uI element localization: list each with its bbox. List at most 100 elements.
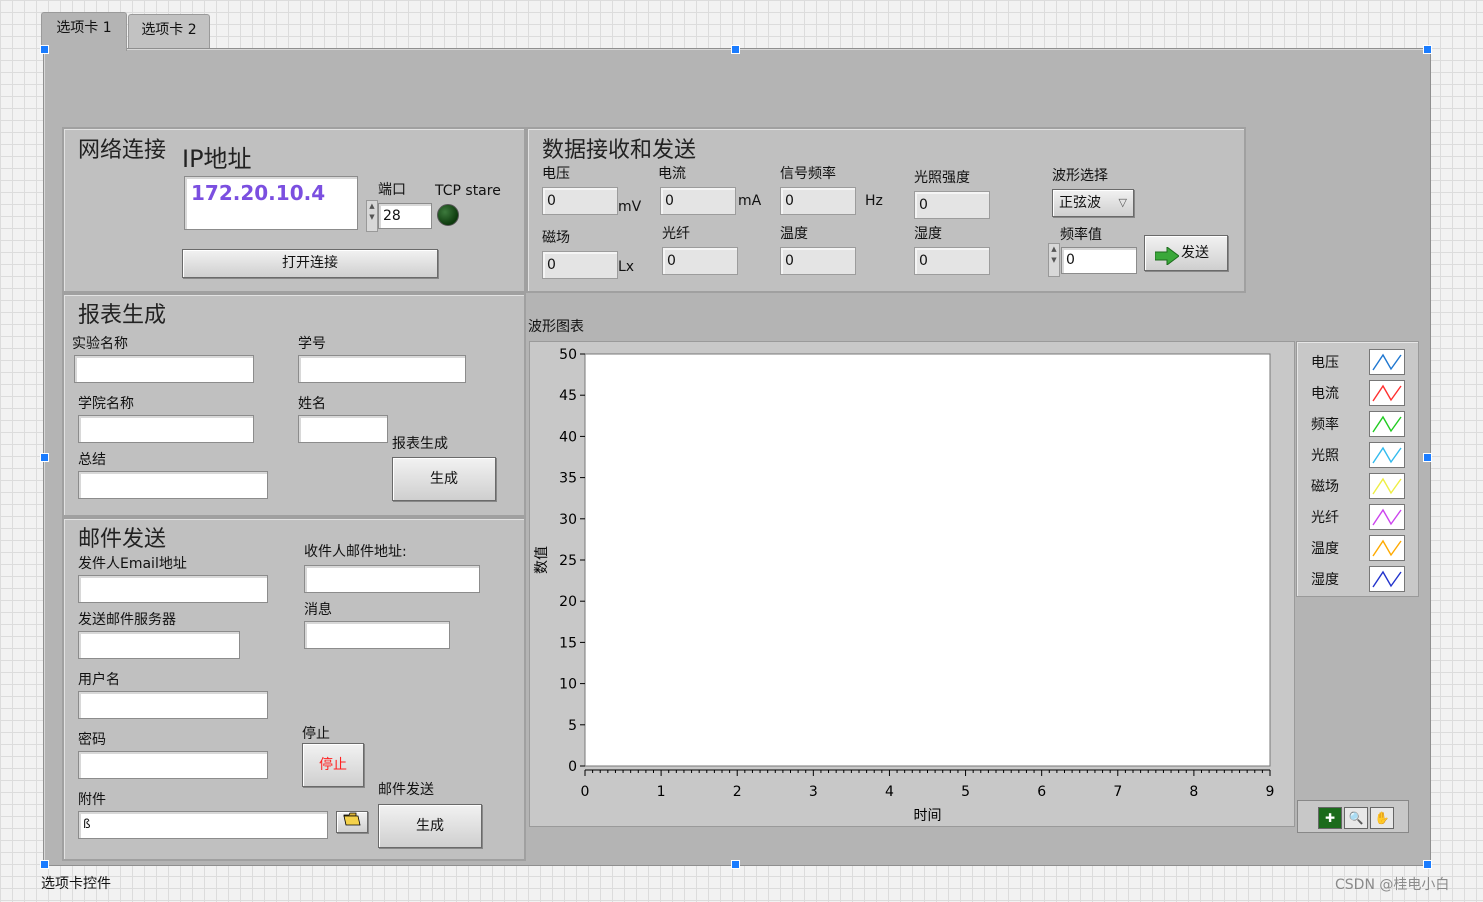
port-spinner[interactable]: ▲ ▼ <box>366 200 378 232</box>
student-id-input[interactable] <box>298 355 466 383</box>
summary-input[interactable] <box>78 471 268 499</box>
legend-item-label: 光纤 <box>1311 510 1339 526</box>
freq-unit: Hz <box>865 193 883 209</box>
x-tick-label: 1 <box>657 784 666 800</box>
wave-select-label: 波形选择 <box>1052 168 1108 184</box>
legend-swatch-icon <box>1369 411 1405 437</box>
magnet-label: 磁场 <box>542 230 570 246</box>
humidity-label: 湿度 <box>914 226 942 242</box>
folder-browse-button[interactable] <box>336 811 368 833</box>
watermark: CSDN @桂电小白 <box>1335 877 1450 893</box>
chevron-down-icon: ▽ <box>1118 196 1127 209</box>
report-generate-button[interactable]: 生成 <box>392 457 496 501</box>
student-id-label: 学号 <box>298 336 326 352</box>
voltage-unit: mV <box>618 199 642 215</box>
data-title: 数据接收和发送 <box>542 138 697 163</box>
open-connection-button[interactable]: 打开连接 <box>182 249 438 278</box>
tcp-status-led <box>437 204 459 226</box>
legend-item[interactable]: 湿度 <box>1297 563 1417 594</box>
legend-item[interactable]: 磁场 <box>1297 470 1417 501</box>
y-tick-label: 0 <box>568 759 577 775</box>
password-label: 密码 <box>78 732 106 748</box>
college-input[interactable] <box>78 415 254 443</box>
legend-swatch-icon <box>1369 566 1405 592</box>
mail-send-button[interactable]: 生成 <box>378 804 482 848</box>
crosshair-icon[interactable]: ✚ <box>1318 807 1342 829</box>
resize-handle[interactable] <box>40 45 49 54</box>
resize-handle[interactable] <box>40 860 49 869</box>
resize-handle[interactable] <box>1423 453 1432 462</box>
current-label: 电流 <box>658 166 686 182</box>
tcp-label: TCP stare <box>435 183 501 199</box>
ip-label: IP地址 <box>182 145 252 173</box>
legend-item[interactable]: 光纤 <box>1297 501 1417 532</box>
y-tick-label: 30 <box>559 512 577 528</box>
legend-item[interactable]: 电流 <box>1297 377 1417 408</box>
x-tick-label: 4 <box>885 784 894 800</box>
exp-name-label: 实验名称 <box>72 336 128 352</box>
light-label: 光照强度 <box>914 170 970 186</box>
current-unit: mA <box>738 193 762 209</box>
server-input[interactable] <box>78 631 240 659</box>
stop-label: 停止 <box>302 726 330 742</box>
y-tick-label: 5 <box>568 718 577 734</box>
resize-handle[interactable] <box>1423 45 1432 54</box>
legend-swatch-icon <box>1369 442 1405 468</box>
resize-handle[interactable] <box>731 860 740 869</box>
sender-label: 发件人Email地址 <box>78 556 187 572</box>
sender-input[interactable] <box>78 575 268 603</box>
username-input[interactable] <box>78 691 268 719</box>
y-tick-label: 15 <box>559 635 577 651</box>
temp-label: 温度 <box>780 226 808 242</box>
exp-name-input[interactable] <box>74 355 254 383</box>
chart-title: 波形图表 <box>528 319 584 335</box>
tab-1[interactable]: 选项卡 1 <box>41 12 127 51</box>
username-label: 用户名 <box>78 672 120 688</box>
message-input[interactable] <box>304 621 450 649</box>
legend-item[interactable]: 温度 <box>1297 532 1417 563</box>
stop-button[interactable]: 停止 <box>302 743 364 787</box>
resize-handle[interactable] <box>40 453 49 462</box>
tab-2[interactable]: 选项卡 2 <box>128 14 210 49</box>
y-tick-label: 40 <box>559 429 577 445</box>
port-label: 端口 <box>378 182 406 198</box>
freq-value: 0 <box>780 187 856 215</box>
x-tick-label: 3 <box>809 784 818 800</box>
graph-palette: ✚ 🔍 ✋ <box>1297 800 1409 833</box>
x-tick-label: 8 <box>1189 784 1198 800</box>
legend-item[interactable]: 电压 <box>1297 346 1417 377</box>
legend-item[interactable]: 光照 <box>1297 439 1417 470</box>
resize-handle[interactable] <box>731 45 740 54</box>
y-axis-label: 数值 <box>534 546 550 574</box>
legend-item[interactable]: 频率 <box>1297 408 1417 439</box>
y-tick-label: 45 <box>559 388 577 404</box>
network-title: 网络连接 <box>78 138 167 163</box>
legend-swatch-icon <box>1369 380 1405 406</box>
receiver-label: 收件人邮件地址: <box>304 544 407 560</box>
legend-swatch-icon <box>1369 535 1405 561</box>
x-tick-label: 2 <box>733 784 742 800</box>
voltage-value: 0 <box>542 187 618 215</box>
attachment-path-input[interactable]: ß <box>78 811 328 839</box>
legend-item-label: 温度 <box>1311 541 1339 557</box>
fiber-value: 0 <box>662 247 738 275</box>
resize-handle[interactable] <box>1423 860 1432 869</box>
receiver-input[interactable] <box>304 565 480 593</box>
freq-spinner[interactable]: ▲ ▼ <box>1048 243 1060 277</box>
ip-input[interactable]: 172.20.10.4 <box>184 176 358 230</box>
name-input[interactable] <box>298 415 388 443</box>
arrow-right-icon <box>1154 244 1180 278</box>
y-tick-label: 50 <box>559 347 577 363</box>
server-label: 发送邮件服务器 <box>78 612 176 628</box>
wave-select-dropdown[interactable]: 正弦波 ▽ <box>1052 189 1134 217</box>
pan-hand-icon[interactable]: ✋ <box>1370 807 1394 829</box>
send-button[interactable]: 发送 <box>1144 235 1228 271</box>
freq-input[interactable]: 0 <box>1061 247 1137 274</box>
plot-area <box>584 353 1271 767</box>
zoom-icon[interactable]: 🔍 <box>1344 807 1368 829</box>
attachment-label: 附件 <box>78 792 106 808</box>
password-input[interactable] <box>78 751 268 779</box>
port-input[interactable]: 28 <box>378 203 432 229</box>
message-label: 消息 <box>304 602 332 618</box>
waveform-chart: 0 5 10 15 20 25 30 35 40 45 50 0 1 2 3 4 5 6 7 8 9 时间 数值 <box>529 341 1295 827</box>
